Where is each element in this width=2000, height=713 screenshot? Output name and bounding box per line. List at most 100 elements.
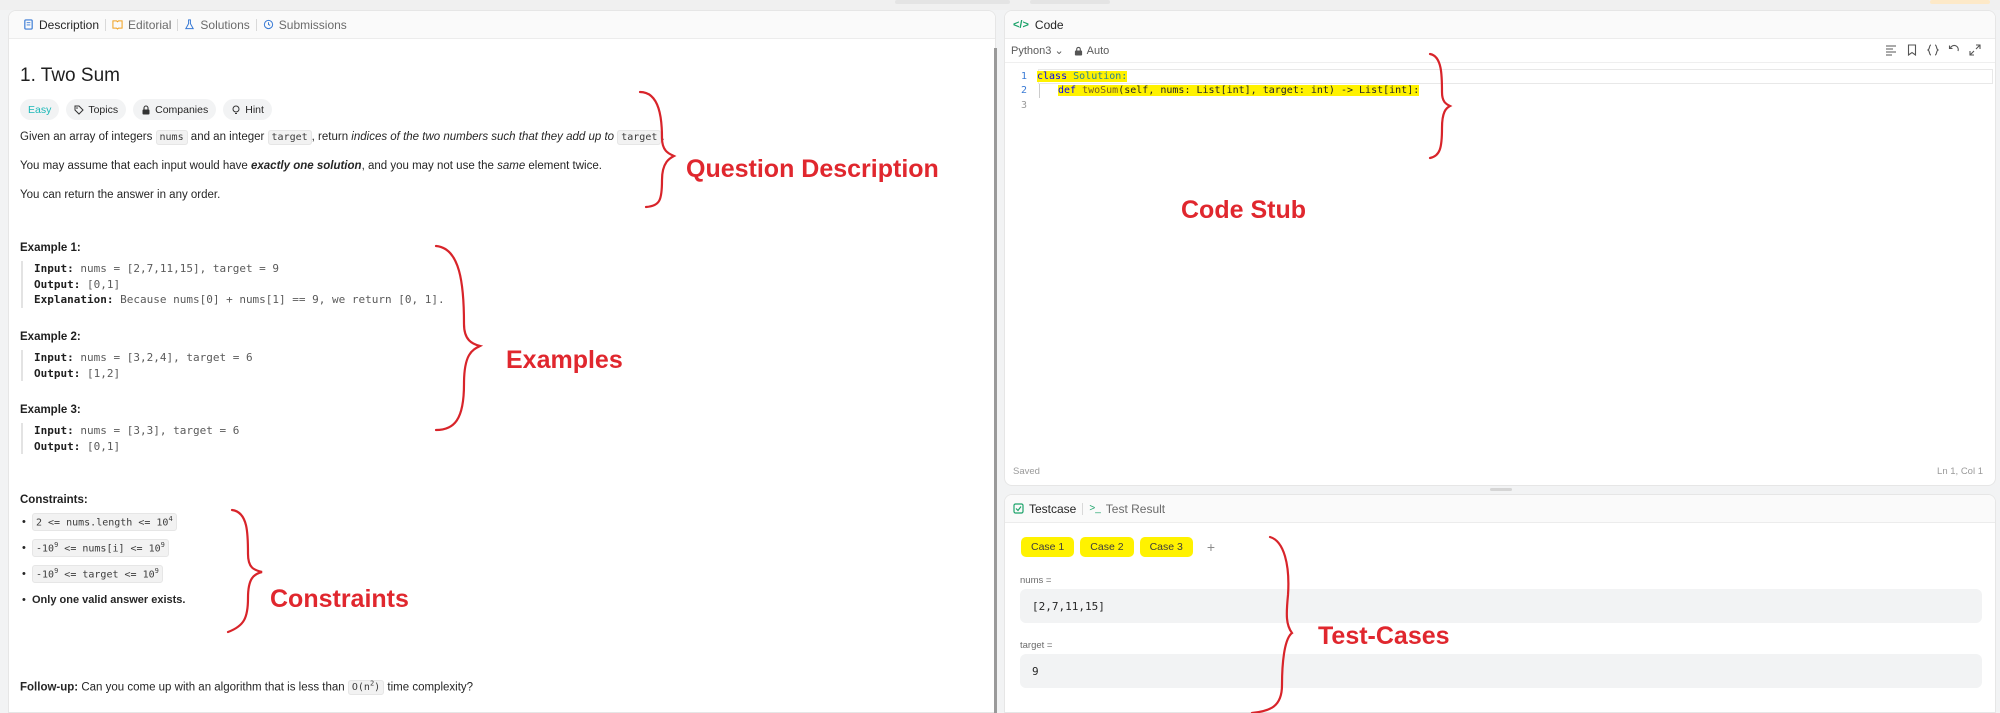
tab-test-result[interactable]: >_ Test Result xyxy=(1089,502,1165,516)
keyword: class xyxy=(1037,70,1068,82)
example-3-block: Input: nums = [3,3], target = 6 Output: … xyxy=(21,423,239,454)
add-case-button[interactable]: + xyxy=(1207,539,1215,555)
format-icon[interactable] xyxy=(1885,44,1897,56)
example-input: nums = [3,3], target = 6 xyxy=(80,424,240,437)
code-panel-header: </> Code xyxy=(1005,11,1995,39)
input-label: Input: xyxy=(34,351,74,364)
tab-submissions[interactable]: Submissions xyxy=(257,11,353,39)
constraint-item: -109 <= nums[i] <= 109 xyxy=(20,535,185,561)
panel-divider[interactable] xyxy=(994,48,997,713)
constraint-item: -109 <= target <= 109 xyxy=(20,561,185,587)
tab-separator xyxy=(1082,502,1084,515)
constraint-text: -10 xyxy=(36,569,55,581)
tag-icon xyxy=(74,105,85,115)
description-paragraph-2: You may assume that each input would hav… xyxy=(20,160,602,172)
hint-button[interactable]: Hint xyxy=(223,99,272,120)
description-panel: Description Editorial Solutions Submissi… xyxy=(8,10,996,713)
constraint-item: 2 <= nums.length <= 104 xyxy=(20,509,185,535)
topics-button[interactable]: Topics xyxy=(66,99,127,120)
constraint-text: <= target <= 10 xyxy=(58,569,155,581)
history-icon xyxy=(263,19,273,30)
flask-icon xyxy=(185,19,195,30)
constraint-item: Only one valid answer exists. xyxy=(20,587,185,613)
desc-text: You may assume that each input would hav… xyxy=(20,160,251,172)
language-select[interactable]: Python3 ⌄ xyxy=(1011,44,1064,57)
example-2-heading: Example 2: xyxy=(20,331,81,343)
tab-testcase-label: Testcase xyxy=(1029,501,1077,516)
code-panel-title: Code xyxy=(1034,17,1064,32)
line-number: 2 xyxy=(1020,85,1027,97)
field-value: [2,7,11,15] xyxy=(1032,599,1105,613)
tab-editorial-label: Editorial xyxy=(128,17,172,32)
target-input[interactable]: 9 xyxy=(1020,654,1982,688)
output-label: Output: xyxy=(34,439,81,453)
constraint-text: -10 xyxy=(36,543,55,555)
field-label: target = xyxy=(1020,640,1053,651)
description-icon xyxy=(24,19,33,30)
reset-icon[interactable] xyxy=(1948,44,1960,56)
top-ghost-1 xyxy=(895,0,1010,4)
horizontal-resize-handle[interactable] xyxy=(1490,488,1512,491)
inline-code: nums xyxy=(155,130,188,145)
constraint-text: 2 <= nums.length <= 10 xyxy=(36,517,169,529)
language-label: Python3 xyxy=(1011,45,1052,57)
companies-button[interactable]: Companies xyxy=(133,99,217,120)
braces-icon[interactable] xyxy=(1927,44,1939,56)
top-ghost-3 xyxy=(1930,0,1990,4)
code-line: 2 def twoSum(self, nums: List[int], targ… xyxy=(1005,83,1995,99)
bookmark-icon[interactable] xyxy=(1906,44,1918,56)
constraints-brace xyxy=(226,508,263,634)
desc-text: and an integer xyxy=(187,131,268,143)
lock-icon xyxy=(142,104,150,114)
field-label: nums = xyxy=(1020,575,1052,586)
line-number: 3 xyxy=(1020,99,1027,111)
inline-code: target xyxy=(267,130,312,145)
codestub-brace xyxy=(1428,52,1453,160)
desc-emphasis: indices of the two numbers such that the… xyxy=(351,131,615,143)
tab-description[interactable]: Description xyxy=(17,11,105,39)
terminal-icon: >_ xyxy=(1089,503,1101,514)
book-icon xyxy=(112,20,123,30)
nums-input[interactable]: [2,7,11,15] xyxy=(1020,589,1982,623)
desc-text: Given an array of integers xyxy=(20,131,156,143)
question-description-annotation: Question Description xyxy=(686,155,939,183)
description-tabbar: Description Editorial Solutions Submissi… xyxy=(9,11,995,39)
code-line: 3 xyxy=(1005,98,1995,113)
testcases-brace xyxy=(1250,535,1294,713)
chevron-down-icon: ⌄ xyxy=(1054,45,1064,57)
problem-title: 1. Two Sum xyxy=(20,65,120,86)
constraint-sup: 9 xyxy=(160,541,165,550)
expand-icon[interactable] xyxy=(1969,44,1981,56)
desc-bold: exactly one solution xyxy=(251,160,362,172)
checkbox-icon xyxy=(1013,503,1024,514)
auto-mode[interactable]: Auto xyxy=(1074,45,1109,57)
tab-solutions[interactable]: Solutions xyxy=(178,11,255,39)
lightbulb-icon xyxy=(232,105,240,114)
input-label: Input: xyxy=(34,424,74,437)
case-tab-2[interactable]: Case 2 xyxy=(1080,537,1134,557)
description-paragraph-3: You can return the answer in any order. xyxy=(20,189,221,201)
case-tab-3[interactable]: Case 3 xyxy=(1139,537,1193,557)
case-tab-1[interactable]: Case 1 xyxy=(1021,537,1075,557)
testcase-header: Testcase >_ Test Result xyxy=(1005,495,1995,523)
code-line: 1 class Solution: xyxy=(1005,69,1995,84)
followup-label: Follow-up: xyxy=(20,681,79,694)
followup-code: ) xyxy=(374,682,381,694)
example-1-block: Input: nums = [2,7,11,15], target = 9 Ou… xyxy=(21,261,445,308)
constraint-text: Only one valid answer exists. xyxy=(32,594,186,606)
cursor-position: Ln 1, Col 1 xyxy=(1937,466,1983,477)
test-cases-annotation: Test-Cases xyxy=(1318,622,1450,650)
tab-testcase[interactable]: Testcase xyxy=(1013,502,1076,516)
example-1-heading: Example 1: xyxy=(20,242,81,254)
top-strip xyxy=(0,0,2000,10)
tab-description-label: Description xyxy=(39,17,100,32)
tab-editorial[interactable]: Editorial xyxy=(106,11,177,39)
followup-text: Can you come up with an algorithm that i… xyxy=(78,681,348,694)
testcase-panel: Testcase >_ Test Result Case 1 Case 2 Ca… xyxy=(1004,494,1996,713)
function-name: twoSum xyxy=(1076,85,1119,97)
code-editor[interactable]: 1 class Solution: 2 def twoSum(self, num… xyxy=(1005,69,1995,113)
example-output: [0,1] xyxy=(86,439,121,453)
signature: (self, nums: List[int], target: int) -> … xyxy=(1118,85,1420,97)
class-name: Solution: xyxy=(1067,70,1128,82)
example-input: nums = [2,7,11,15], target = 9 xyxy=(80,262,280,275)
